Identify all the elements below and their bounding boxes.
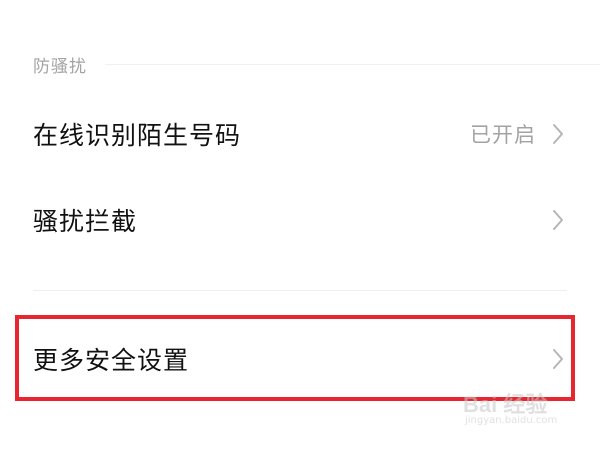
settings-screen: 防骚扰 在线识别陌生号码 已开启 骚扰拦截 更多安全设置 Bai 经验 jing…: [0, 0, 600, 450]
watermark-logo: Bai 经验 jingyan.baidu.com: [455, 385, 585, 435]
settings-row-online-identify[interactable]: 在线识别陌生号码 已开启: [0, 104, 600, 164]
section-divider: [105, 64, 600, 65]
settings-row-harassment-block[interactable]: 骚扰拦截: [0, 190, 600, 250]
chevron-right-icon: [553, 124, 563, 144]
settings-row-more-security[interactable]: 更多安全设置: [0, 329, 600, 389]
section-divider: [33, 290, 567, 291]
row-status-value: 已开启: [470, 123, 536, 147]
section-title: 防骚扰: [33, 56, 87, 77]
watermark-sub: jingyan.baidu.com: [465, 415, 558, 426]
row-label: 更多安全设置: [33, 346, 190, 375]
row-label: 骚扰拦截: [33, 207, 138, 236]
chevron-right-icon: [553, 210, 563, 230]
row-label: 在线识别陌生号码: [33, 121, 242, 150]
chevron-right-icon: [553, 349, 563, 369]
section-header: 防骚扰: [33, 50, 87, 78]
